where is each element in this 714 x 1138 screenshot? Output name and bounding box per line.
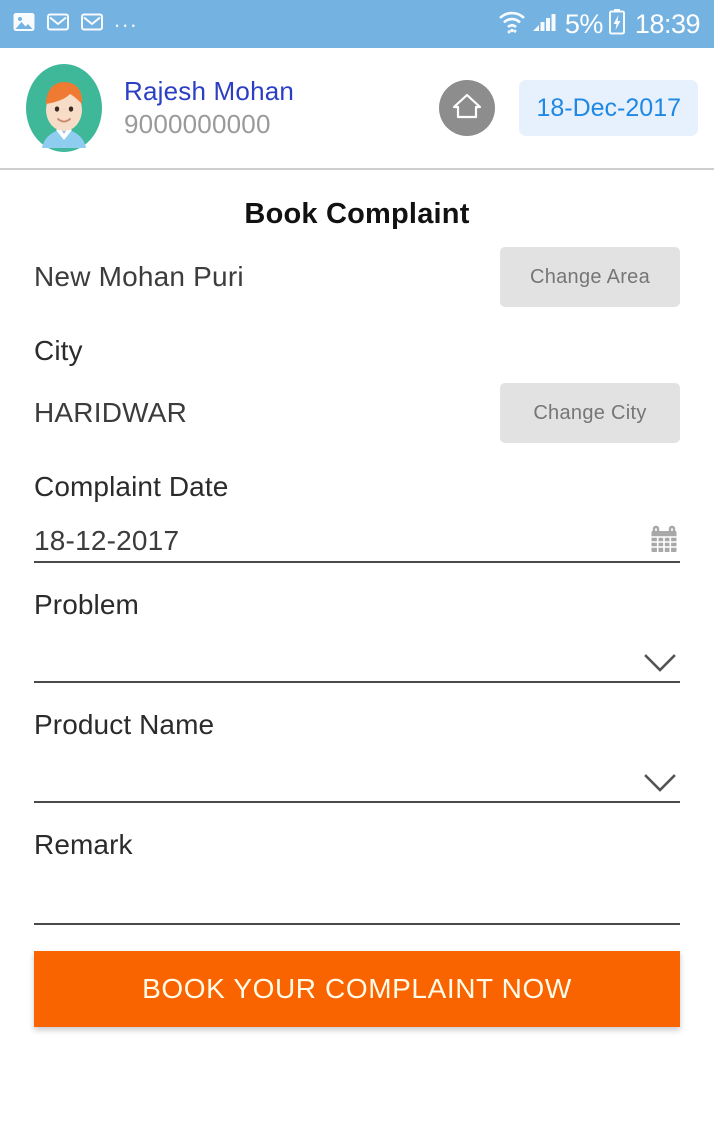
home-button[interactable] [439, 80, 496, 136]
chevron-down-icon[interactable] [640, 650, 680, 678]
notification-overflow-icon: ... [114, 7, 139, 32]
user-name: Rajesh Mohan [124, 76, 295, 106]
complaint-date-field[interactable]: 18-12-2017 [34, 507, 680, 563]
area-value: New Mohan Puri [34, 261, 244, 292]
signal-icon [532, 9, 558, 40]
page-title: Book Complaint [244, 198, 470, 230]
header-divider [0, 168, 714, 170]
status-bar-clock: 18:39 [634, 8, 701, 39]
home-icon [450, 89, 484, 128]
battery-percent-label: 5% [564, 8, 604, 39]
problem-dropdown[interactable] [34, 625, 680, 683]
user-info: Rajesh Mohan 9000000000 [124, 75, 439, 141]
status-bar-notifications: ... [12, 7, 139, 39]
gmail-icon [80, 10, 104, 39]
product-name-label: Product Name [34, 709, 215, 740]
change-city-button[interactable]: Change City [500, 383, 680, 443]
change-area-button[interactable]: Change Area [500, 247, 680, 307]
avatar[interactable] [26, 64, 102, 152]
remark-label: Remark [34, 829, 133, 860]
calendar-icon[interactable] [648, 524, 680, 558]
app-header: Rajesh Mohan 9000000000 18-Dec-2017 [0, 48, 714, 168]
user-phone: 9000000000 [124, 109, 271, 139]
image-icon [12, 10, 36, 39]
remark-field[interactable] [34, 865, 680, 925]
product-name-dropdown[interactable] [34, 745, 680, 803]
city-value: HARIDWAR [34, 397, 188, 428]
submit-area: BOOK YOUR COMPLAINT NOW [0, 951, 714, 1027]
area-row: New Mohan Puri Change Area [34, 245, 680, 309]
wifi-icon [497, 8, 527, 41]
header-date-chip[interactable]: 18-Dec-2017 [519, 80, 698, 136]
book-complaint-button[interactable]: BOOK YOUR COMPLAINT NOW [34, 951, 680, 1027]
gmail-icon [46, 10, 70, 39]
city-label: City [34, 335, 83, 366]
city-row: HARIDWAR Change City [34, 381, 680, 445]
status-bar-system: 5% 18:39 [497, 8, 701, 41]
battery-icon [608, 8, 626, 41]
chevron-down-icon[interactable] [640, 770, 680, 798]
complaint-date-label: Complaint Date [34, 471, 229, 502]
status-bar: ... 5% 18:39 [0, 0, 714, 48]
book-complaint-form: Book Complaint New Mohan Puri Change Are… [0, 198, 714, 925]
problem-label: Problem [34, 589, 139, 620]
complaint-date-value: 18-12-2017 [34, 525, 180, 556]
